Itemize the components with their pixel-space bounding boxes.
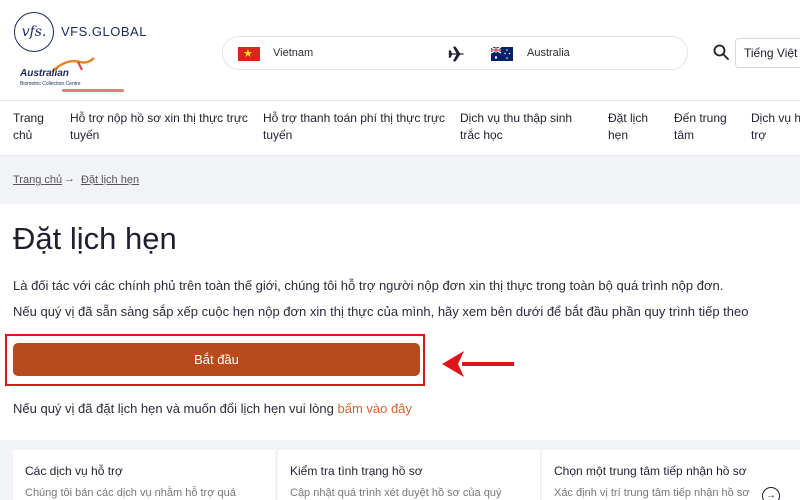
card-title: Các dịch vụ hỗ trợ — [25, 464, 123, 478]
destination-country: Australia — [527, 47, 570, 59]
nav-item-label: tâm — [674, 128, 695, 142]
card-title: Kiểm tra tình trạng hồ sơ — [290, 464, 423, 478]
nav-item-label: Dịch vụ hỗ — [751, 111, 800, 125]
abcc-logo: Australian Biometric Collection Centre — [16, 56, 124, 96]
arrow-right-icon[interactable]: → — [762, 487, 780, 500]
australia-flag-icon — [491, 47, 513, 61]
reschedule-text: Nếu quý vị đã đặt lịch hẹn và muốn đổi l… — [13, 401, 412, 416]
nav-item-label: Trang — [13, 111, 44, 125]
vfs-logo-mark: vfs. — [14, 12, 54, 52]
breadcrumb-arrow-icon: → — [64, 173, 75, 185]
nav-item-online-payment[interactable]: Hỗ trợ thanh toán phí thị thực trực tuyế… — [263, 110, 445, 144]
abcc-logo-title: Australian — [20, 68, 69, 79]
nav-item-label: hẹn — [608, 128, 629, 142]
nav-item-online-visa-application[interactable]: Hỗ trợ nộp hồ sơ xin thị thực trực tuyến — [70, 110, 248, 144]
pointer-arrow-icon — [442, 351, 514, 377]
vfs-logo[interactable]: vfs. VFS.GLOBAL — [12, 10, 152, 55]
card-track-application[interactable]: Kiểm tra tình trạng hồ sơ Cập nhật quá t… — [278, 450, 540, 500]
main-nav: Trang chủ Hỗ trợ nộp hồ sơ xin thị thực … — [0, 100, 800, 156]
vfs-logo-text: VFS.GLOBAL — [61, 24, 147, 39]
intro-text-next-step: Nếu quý vị đã sẵn sàng sắp xếp cuộc hẹn … — [13, 304, 749, 319]
card-description: Cập nhật quá trình xét duyệt hồ sơ của q… — [290, 487, 502, 499]
reschedule-label: Nếu quý vị đã đặt lịch hẹn và muốn đổi l… — [13, 401, 338, 416]
card-description: Chúng tôi bán các dịch vụ nhằm hỗ trợ qu… — [25, 487, 236, 499]
intro-text: Là đối tác với các chính phủ trên toàn t… — [13, 278, 724, 293]
breadcrumb: Trang chủ → Đặt lịch hẹn — [0, 156, 800, 204]
language-selector[interactable]: Tiếng Việt — [735, 38, 800, 68]
nav-item-biometrics[interactable]: Dịch vụ thu thập sinh trắc học — [460, 110, 572, 144]
route-selector[interactable]: ★ Vietnam Australia — [222, 36, 688, 70]
search-icon[interactable] — [713, 44, 729, 60]
nav-item-label: Đến trung — [674, 111, 727, 125]
site-header: vfs. VFS.GLOBAL Australian Biometric Col… — [0, 0, 800, 100]
nav-item-book-appointment[interactable]: Đặt lịch hẹn — [608, 110, 648, 144]
nav-item-home[interactable]: Trang chủ — [13, 110, 44, 144]
breadcrumb-home-link[interactable]: Trang chủ — [13, 174, 62, 186]
abcc-logo-bar — [62, 89, 124, 92]
reschedule-link[interactable]: bấm vào đây — [337, 401, 411, 416]
service-cards: Các dịch vụ hỗ trợ Chúng tôi bán các dịc… — [0, 440, 800, 500]
nav-item-label: trợ — [751, 128, 767, 142]
nav-item-label: Hỗ trợ nộp hồ sơ xin thị thực trực — [70, 111, 248, 125]
card-support-services[interactable]: Các dịch vụ hỗ trợ Chúng tôi bán các dịc… — [13, 450, 275, 500]
nav-item-visit-centre[interactable]: Đến trung tâm — [674, 110, 727, 144]
breadcrumb-current[interactable]: Đặt lịch hẹn — [81, 174, 139, 186]
nav-item-label: Dịch vụ thu thập sinh — [460, 111, 573, 125]
origin-country: Vietnam — [273, 47, 314, 59]
nav-item-label: Đặt lịch — [608, 111, 649, 125]
nav-item-label: tuyến — [263, 128, 293, 142]
nav-item-support-services[interactable]: Dịch vụ hỗ trợ — [751, 110, 800, 144]
nav-item-label: Hỗ trợ thanh toán phí thị thực trực — [263, 111, 446, 125]
airplane-icon — [448, 46, 464, 62]
vietnam-flag-icon: ★ — [238, 47, 260, 61]
page-title: Đặt lịch hẹn — [13, 221, 177, 256]
start-button[interactable]: Bắt đầu — [13, 343, 420, 376]
card-choose-centre[interactable]: Chọn một trung tâm tiếp nhận hồ sơ Xác đ… — [542, 450, 800, 500]
nav-item-label: tuyến — [70, 128, 100, 142]
abcc-logo-subtitle: Biometric Collection Centre — [20, 81, 81, 87]
nav-item-label: chủ — [13, 128, 33, 142]
card-title: Chọn một trung tâm tiếp nhận hồ sơ — [554, 464, 747, 478]
nav-item-label: trắc học — [460, 128, 503, 142]
